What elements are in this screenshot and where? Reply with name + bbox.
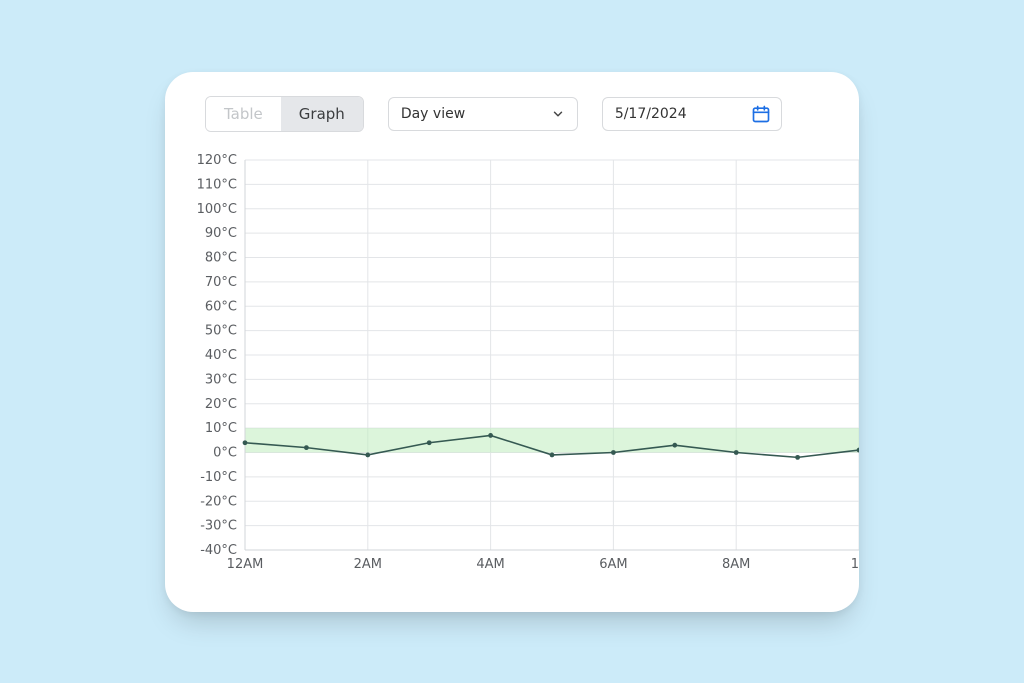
svg-text:20°C: 20°C <box>205 397 237 412</box>
svg-text:6AM: 6AM <box>599 557 627 572</box>
svg-text:10: 10 <box>851 557 859 572</box>
svg-text:-40°C: -40°C <box>200 543 237 558</box>
svg-text:100°C: 100°C <box>197 202 237 217</box>
svg-text:40°C: 40°C <box>205 348 237 363</box>
view-select-label: Day view <box>401 106 551 122</box>
tab-graph[interactable]: Graph <box>281 97 363 131</box>
svg-text:-20°C: -20°C <box>200 494 237 509</box>
svg-text:60°C: 60°C <box>205 299 237 314</box>
svg-text:10°C: 10°C <box>205 421 237 436</box>
view-toggle: Table Graph <box>205 96 364 132</box>
calendar-icon <box>751 104 771 124</box>
chart-area: -40°C -30°C -20°C -10°C 0°C 10°C 20°C 30°C 40°C 5… <box>165 152 859 582</box>
tab-table[interactable]: Table <box>206 97 281 131</box>
svg-text:12AM: 12AM <box>227 557 264 572</box>
svg-text:110°C: 110°C <box>197 177 237 192</box>
svg-text:0°C: 0°C <box>213 446 237 461</box>
svg-text:-30°C: -30°C <box>200 519 237 534</box>
svg-text:50°C: 50°C <box>205 324 237 339</box>
chevron-down-icon <box>551 107 565 121</box>
svg-text:8AM: 8AM <box>722 557 750 572</box>
date-text: 5/17/2024 <box>615 106 751 122</box>
svg-text:70°C: 70°C <box>205 275 237 290</box>
svg-text:90°C: 90°C <box>205 226 237 241</box>
svg-text:2AM: 2AM <box>354 557 382 572</box>
view-select[interactable]: Day view <box>388 97 578 131</box>
svg-text:80°C: 80°C <box>205 251 237 266</box>
svg-text:-10°C: -10°C <box>200 470 237 485</box>
chart-card: Table Graph Day view 5/17/2024 -40°C -30°… <box>165 72 859 612</box>
svg-text:4AM: 4AM <box>476 557 504 572</box>
line-chart: -40°C -30°C -20°C -10°C 0°C 10°C 20°C 30°C 40°C 5… <box>165 152 859 582</box>
svg-text:120°C: 120°C <box>197 153 237 168</box>
svg-text:30°C: 30°C <box>205 372 237 387</box>
toolbar: Table Graph Day view 5/17/2024 <box>165 72 859 132</box>
date-picker[interactable]: 5/17/2024 <box>602 97 782 131</box>
